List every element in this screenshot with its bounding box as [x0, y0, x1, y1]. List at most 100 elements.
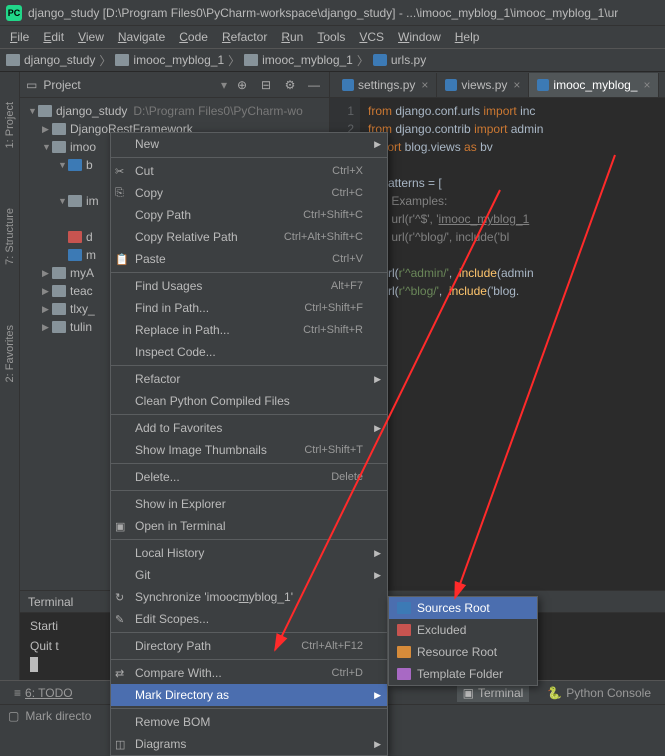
menu-edit[interactable]: Edit: [37, 28, 70, 46]
tool-project[interactable]: 1: Project: [4, 102, 16, 148]
editor-tab[interactable]: imooc_myblog_×: [529, 73, 659, 97]
menu-item-compare-with-[interactable]: ⇄Compare With...Ctrl+D: [111, 662, 387, 684]
editor-tab[interactable]: views.py×: [437, 73, 529, 97]
breadcrumb-item[interactable]: imooc_myblog_1: [115, 53, 224, 67]
submenu-item-sources-root[interactable]: Sources Root: [389, 597, 537, 619]
menu-item-diagrams[interactable]: ◫Diagrams▶: [111, 733, 387, 755]
menu-vcs[interactable]: VCS: [353, 28, 390, 46]
menu-item-directory-path[interactable]: Directory PathCtrl+Alt+F12: [111, 635, 387, 657]
submenu-arrow-icon: ▶: [374, 739, 381, 750]
menu-item-new[interactable]: New▶: [111, 133, 387, 155]
menu-item-mark-directory-as[interactable]: Mark Directory as▶: [111, 684, 387, 706]
close-tab-icon[interactable]: ×: [513, 78, 520, 92]
menu-file[interactable]: File: [4, 28, 35, 46]
editor-tabs: settings.py×views.py×imooc_myblog_×: [330, 72, 665, 98]
pyfile-icon: [68, 249, 82, 261]
submenu-arrow-icon: ▶: [374, 423, 381, 434]
folder-icon: [68, 195, 82, 207]
menu-tools[interactable]: Tools: [311, 28, 351, 46]
editor-tab[interactable]: settings.py×: [334, 73, 437, 97]
menu-item-replace-in-path-[interactable]: Replace in Path...Ctrl+Shift+R: [111, 319, 387, 341]
project-panel-title[interactable]: Project: [43, 78, 215, 92]
menu-item-open-in-terminal[interactable]: ▣Open in Terminal: [111, 515, 387, 537]
menu-item-icon: ⎘: [115, 187, 129, 200]
menu-item-synchronize-imooc-myblog-[interactable]: ↻Synchronize 'imoocmyblog_1': [111, 586, 387, 608]
terminal-cursor: [30, 657, 38, 672]
menu-bar: FileEditViewNavigateCodeRefactorRunTools…: [0, 26, 665, 48]
folder-icon: [244, 54, 258, 66]
menu-item-show-image-thumbnails[interactable]: Show Image ThumbnailsCtrl+Shift+T: [111, 439, 387, 461]
menu-view[interactable]: View: [72, 28, 110, 46]
settings-gear-icon[interactable]: ⚙: [281, 76, 299, 94]
tree-row[interactable]: ▼django_studyD:\Program Files0\PyCharm-w…: [20, 102, 329, 120]
menu-item-refactor[interactable]: Refactor▶: [111, 368, 387, 390]
menu-item-icon: ◫: [115, 738, 129, 751]
project-panel-header: ▭ Project ▾ ⊕ ⊟ ⚙ —: [20, 72, 329, 98]
status-icon[interactable]: ▢: [8, 709, 19, 723]
submenu-arrow-icon: ▶: [374, 139, 381, 150]
menu-item-inspect-code-[interactable]: Inspect Code...: [111, 341, 387, 363]
menu-item-copy[interactable]: ⎘CopyCtrl+C: [111, 182, 387, 204]
folder-color-icon: [397, 624, 411, 636]
pycharm-icon: PC: [6, 5, 22, 21]
submenu-item-resource-root[interactable]: Resource Root: [389, 641, 537, 663]
folder-icon: [52, 321, 66, 333]
menu-item-cut[interactable]: ✂CutCtrl+X: [111, 160, 387, 182]
menu-item-local-history[interactable]: Local History▶: [111, 542, 387, 564]
menu-item-icon: ✂: [115, 165, 129, 178]
menu-item-icon: 📋: [115, 253, 129, 266]
menu-item-remove-bom[interactable]: Remove BOM: [111, 711, 387, 733]
menu-run[interactable]: Run: [275, 28, 309, 46]
project-combo-icon[interactable]: ▭: [26, 78, 37, 92]
breadcrumb-item[interactable]: imooc_myblog_1: [244, 53, 353, 67]
menu-item-show-in-explorer[interactable]: Show in Explorer: [111, 493, 387, 515]
close-tab-icon[interactable]: ×: [643, 78, 650, 92]
menu-item-copy-path[interactable]: Copy PathCtrl+Shift+C: [111, 204, 387, 226]
python-console-tab[interactable]: 🐍Python Console: [541, 684, 657, 702]
todo-tab[interactable]: ≡6: TODO: [8, 684, 79, 702]
breadcrumb-item[interactable]: django_study: [6, 53, 95, 67]
terminal-tab[interactable]: ▣Terminal: [457, 684, 530, 702]
menu-item-icon: ▣: [115, 520, 129, 533]
folder-icon: [115, 54, 129, 66]
close-tab-icon[interactable]: ×: [421, 78, 428, 92]
tool-structure[interactable]: 7: Structure: [4, 208, 16, 265]
folder-b-icon: [68, 159, 82, 171]
python-file-icon: [373, 54, 387, 66]
left-tool-strip: 1: Project 7: Structure 2: Favorites: [0, 72, 20, 680]
folder-icon: [38, 105, 52, 117]
scroll-from-source-icon[interactable]: ⊕: [233, 76, 251, 94]
menu-item-edit-scopes-[interactable]: ✎Edit Scopes...: [111, 608, 387, 630]
folder-color-icon: [397, 668, 411, 680]
submenu-arrow-icon: ▶: [374, 548, 381, 559]
menu-item-find-in-path-[interactable]: Find in Path...Ctrl+Shift+F: [111, 297, 387, 319]
collapse-all-icon[interactable]: ⊟: [257, 76, 275, 94]
submenu-arrow-icon: ▶: [374, 570, 381, 581]
menu-item-add-to-favorites[interactable]: Add to Favorites▶: [111, 417, 387, 439]
menu-window[interactable]: Window: [392, 28, 447, 46]
menu-item-copy-relative-path[interactable]: Copy Relative PathCtrl+Alt+Shift+C: [111, 226, 387, 248]
python-file-icon: [445, 79, 457, 91]
menu-help[interactable]: Help: [449, 28, 486, 46]
submenu-item-template-folder[interactable]: Template Folder: [389, 663, 537, 685]
menu-navigate[interactable]: Navigate: [112, 28, 171, 46]
submenu-arrow-icon: ▶: [374, 374, 381, 385]
hide-panel-icon[interactable]: —: [305, 76, 323, 94]
menu-item-clean-python-compiled-files[interactable]: Clean Python Compiled Files: [111, 390, 387, 412]
breadcrumb-bar: django_study〉imooc_myblog_1〉imooc_myblog…: [0, 48, 665, 72]
menu-refactor[interactable]: Refactor: [216, 28, 273, 46]
context-menu: New▶ ✂CutCtrl+X⎘CopyCtrl+CCopy PathCtrl+S…: [110, 132, 388, 756]
submenu-item-excluded[interactable]: Excluded: [389, 619, 537, 641]
breadcrumb-item[interactable]: urls.py: [373, 53, 426, 67]
menu-item-find-usages[interactable]: Find UsagesAlt+F7: [111, 275, 387, 297]
menu-code[interactable]: Code: [173, 28, 214, 46]
folder-color-icon: [397, 646, 411, 658]
menu-item-icon: ↻: [115, 591, 129, 604]
menu-item-paste[interactable]: 📋PasteCtrl+V: [111, 248, 387, 270]
menu-item-delete-[interactable]: Delete...Delete: [111, 466, 387, 488]
python-file-icon: [342, 79, 354, 91]
folder-icon: [52, 267, 66, 279]
folder-color-icon: [397, 602, 411, 614]
tool-favorites[interactable]: 2: Favorites: [4, 325, 16, 382]
menu-item-git[interactable]: Git▶: [111, 564, 387, 586]
